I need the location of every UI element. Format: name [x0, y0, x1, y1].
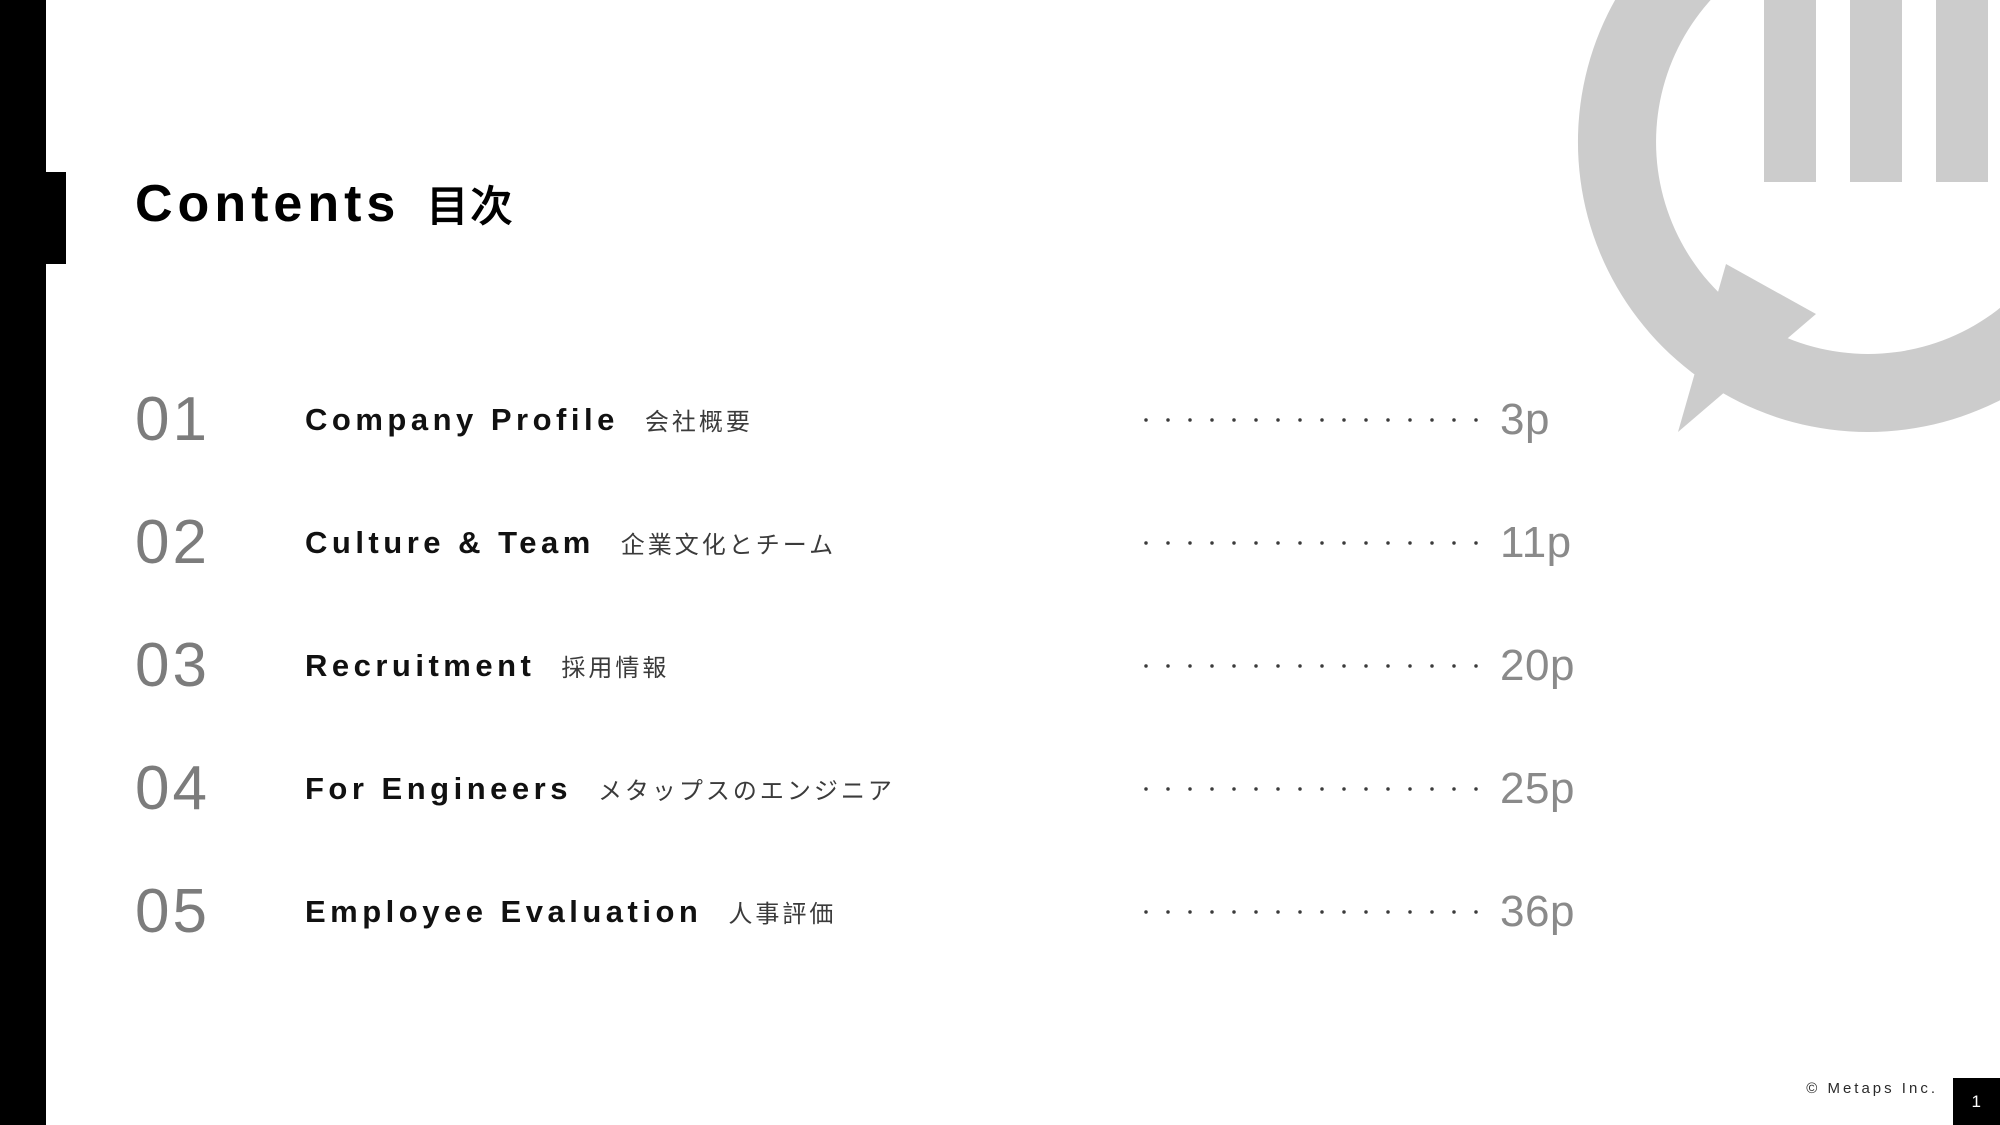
- toc-dot-leader: [1135, 909, 1492, 914]
- toc-item-number: 01: [135, 384, 210, 454]
- toc-dot-leader: [1135, 786, 1492, 791]
- footer-copyright: © Metaps Inc.: [1806, 1080, 1938, 1097]
- toc-item-number: 04: [135, 753, 210, 823]
- page-title-main: Contents: [135, 175, 401, 233]
- left-accent-bar: [0, 0, 46, 1125]
- toc-row[interactable]: 03 Recruitment 採用情報 20p: [135, 604, 1675, 727]
- slide-canvas: Contents 目次 01 Company Profile 会社概要 3p 0…: [0, 0, 2000, 1125]
- toc-row[interactable]: 05 Employee Evaluation 人事評価 36p: [135, 850, 1675, 973]
- toc-item-title-jp: 企業文化とチーム: [620, 532, 837, 559]
- toc-item-labels: Company Profile 会社概要: [305, 404, 753, 435]
- toc-row[interactable]: 01 Company Profile 会社概要 3p: [135, 358, 1675, 481]
- toc-item-page: 25p: [1500, 763, 1575, 813]
- toc-item-title-jp: 人事評価: [728, 901, 837, 928]
- toc-item-number: 03: [135, 630, 210, 700]
- toc-item-title-jp: 採用情報: [561, 655, 670, 682]
- page-title: Contents 目次: [135, 178, 514, 230]
- toc-row[interactable]: 02 Culture & Team 企業文化とチーム 11p: [135, 481, 1675, 604]
- toc-item-number: 02: [135, 507, 210, 577]
- toc-item-title-en: Recruitment: [305, 648, 536, 683]
- left-accent-tab: [46, 172, 66, 264]
- table-of-contents-list: 01 Company Profile 会社概要 3p 02 Culture & …: [135, 358, 1675, 973]
- toc-item-page: 36p: [1500, 886, 1575, 936]
- toc-item-page: 3p: [1500, 394, 1550, 444]
- toc-item-title-en: Company Profile: [305, 402, 619, 437]
- footer-page-number: 1: [1971, 1091, 1982, 1111]
- toc-item-labels: Recruitment 採用情報: [305, 650, 669, 681]
- toc-item-title-jp: メタップスのエンジニア: [597, 778, 895, 805]
- toc-item-title-en: Employee Evaluation: [305, 894, 703, 929]
- toc-item-page: 11p: [1500, 517, 1572, 567]
- toc-dot-leader: [1135, 663, 1492, 668]
- toc-item-title-jp: 会社概要: [644, 409, 753, 436]
- toc-item-number: 05: [135, 876, 210, 946]
- toc-dot-leader: [1135, 417, 1492, 422]
- toc-item-page: 20p: [1500, 640, 1575, 690]
- toc-item-title-en: Culture & Team: [305, 525, 595, 560]
- toc-item-title-en: For Engineers: [305, 771, 572, 806]
- toc-dot-leader: [1135, 540, 1492, 545]
- toc-item-labels: For Engineers メタップスのエンジニア: [305, 773, 895, 804]
- toc-item-labels: Culture & Team 企業文化とチーム: [305, 527, 836, 558]
- toc-item-labels: Employee Evaluation 人事評価: [305, 896, 836, 927]
- toc-row[interactable]: 04 For Engineers メタップスのエンジニア 25p: [135, 727, 1675, 850]
- page-title-japanese: 目次: [426, 183, 515, 230]
